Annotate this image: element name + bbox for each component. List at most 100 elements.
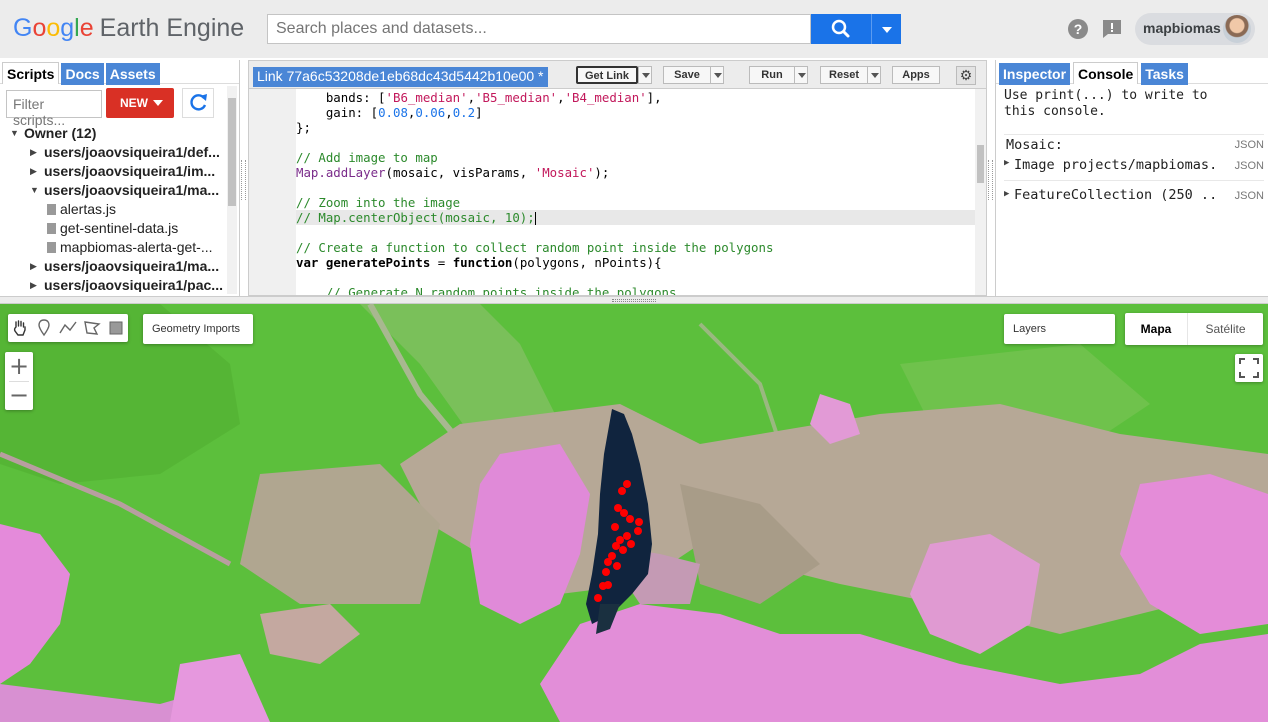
code-line[interactable]: 20// Map.centerObject(mosaic, 10); (296, 210, 976, 225)
editor-scrollbar[interactable] (975, 89, 986, 295)
get-link-button[interactable]: Get Link (576, 66, 638, 84)
console-panel: Inspector Console Tasks Use print(...) to … (995, 60, 1268, 296)
panel-resize-grip[interactable] (241, 160, 246, 200)
script-tree-item[interactable]: ▶ users/joaovsiqueira1/im... (0, 162, 226, 181)
run-dropdown[interactable] (794, 66, 808, 84)
scrollbar-thumb[interactable] (228, 98, 236, 206)
code-text: // Generate N random points inside the p… (325, 285, 677, 295)
logo-letter: g (60, 14, 75, 42)
script-tree-item[interactable]: get-sentinel-data.js (0, 219, 226, 238)
code-line[interactable]: 15 (296, 135, 976, 150)
map-resize-divider[interactable] (0, 296, 1268, 304)
pan-hand-icon[interactable] (10, 318, 30, 338)
svg-text:?: ? (1074, 21, 1083, 37)
triangle-down-icon[interactable]: ▼ (30, 181, 39, 200)
expand-triangle-icon[interactable]: ▶ (1004, 158, 1009, 168)
account-chip[interactable]: mapbiomas (1135, 13, 1255, 45)
script-tree-item[interactable]: mapbiomas-alerta-get-... (0, 238, 226, 257)
panel-resize-grip[interactable] (988, 160, 993, 200)
divider-grip[interactable] (612, 299, 656, 302)
code-line[interactable]: 19// Zoom into the image (296, 195, 976, 210)
search-button[interactable] (811, 14, 871, 44)
zoom-out-button[interactable]: − (5, 381, 33, 410)
logo-product-name: Earth Engine (99, 14, 245, 42)
code-line[interactable]: 21 (296, 225, 976, 240)
code-line[interactable]: 12 bands: ['B6_median','B5_median','B4_m… (296, 90, 976, 105)
map-type-satellite-button[interactable]: Satélite (1188, 313, 1263, 345)
scrollbar-thumb[interactable] (977, 145, 984, 183)
run-button[interactable]: Run (749, 66, 795, 84)
code-text: // Create a function to collect random p… (296, 240, 774, 255)
point-marker-icon[interactable] (34, 318, 54, 338)
json-badge[interactable]: JSON (1235, 160, 1264, 172)
line-draw-icon[interactable] (58, 318, 78, 338)
code-area[interactable]: 12 bands: ['B6_median','B5_median','B4_m… (296, 89, 976, 295)
tab-inspector[interactable]: Inspector (999, 63, 1071, 85)
triangle-right-icon[interactable]: ▶ (30, 257, 37, 276)
tab-docs[interactable]: Docs (61, 63, 104, 85)
layers-button[interactable]: Layers (1004, 314, 1115, 344)
json-badge[interactable]: JSON (1235, 190, 1264, 202)
gear-icon[interactable]: ⚙ (956, 66, 976, 85)
json-badge[interactable]: JSON (1235, 139, 1264, 151)
triangle-right-icon[interactable]: ▶ (30, 162, 37, 181)
filter-scripts-input[interactable]: Filter scripts... (6, 90, 102, 128)
script-tree-label: mapbiomas-alerta-get-... (60, 239, 213, 255)
reset-button[interactable]: Reset (820, 66, 868, 84)
logo-letter: e (79, 14, 94, 42)
avatar (1223, 15, 1251, 43)
script-tree-item[interactable]: alertas.js (0, 200, 226, 219)
logo-letter: o (46, 14, 61, 42)
expand-triangle-icon[interactable]: ▶ (1004, 189, 1009, 199)
script-tree-item[interactable]: ▶ users/joaovsiqueira1/ma... (0, 257, 226, 276)
tab-assets[interactable]: Assets (105, 63, 160, 85)
code-line[interactable]: 17Map.addLayer(mosaic, visParams, 'Mosai… (296, 165, 976, 180)
script-tree-label: users/joaovsiqueira1/def... (44, 144, 220, 160)
triangle-down-icon[interactable]: ▼ (10, 124, 19, 143)
zoom-in-button[interactable]: + (5, 352, 33, 381)
earth-engine-logo[interactable]: Google Earth Engine (13, 14, 244, 43)
script-tree-item[interactable]: ▶ users/joaovsiqueira1/pac... (0, 276, 226, 292)
code-line[interactable]: 13 gain: [0.08,0.06,0.2] (296, 105, 976, 120)
reset-dropdown[interactable] (867, 66, 881, 84)
search-options-dropdown[interactable] (871, 14, 901, 44)
new-button[interactable]: NEW (106, 88, 174, 118)
tab-scripts[interactable]: Scripts (2, 62, 60, 84)
console-entry[interactable]: Mosaic: JSON ▶ Image projects/mapbiomas.… (1004, 134, 1264, 178)
code-line[interactable]: 14}; (296, 120, 976, 135)
code-line[interactable]: 22// Create a function to collect random… (296, 240, 976, 255)
script-tree-item[interactable]: ▼ Owner (12) (0, 124, 226, 143)
code-line[interactable]: 23▼var generatePoints = function(polygon… (296, 255, 976, 270)
get-link-dropdown[interactable] (638, 66, 652, 84)
triangle-right-icon[interactable]: ▶ (30, 276, 37, 292)
save-dropdown[interactable] (710, 66, 724, 84)
file-icon (47, 242, 56, 253)
left-tabs: Scripts Docs Assets (0, 60, 239, 85)
code-line[interactable]: 16// Add image to map (296, 150, 976, 165)
script-tree-item[interactable]: ▶ users/joaovsiqueira1/def... (0, 143, 226, 162)
console-entry[interactable]: ▶ FeatureCollection (250 ... JSON (1004, 180, 1264, 210)
tree-scrollbar[interactable] (227, 86, 237, 294)
code-text: var generatePoints = function(polygons, … (296, 255, 662, 270)
code-line[interactable]: 24 (296, 270, 976, 285)
code-line[interactable]: 18 (296, 180, 976, 195)
caret-down-icon (153, 100, 163, 106)
script-tree-item[interactable]: ▼ users/joaovsiqueira1/ma... (0, 181, 226, 200)
code-line[interactable]: 25 // Generate N random points inside th… (296, 285, 976, 295)
code-text: bands: ['B6_median','B5_median','B4_medi… (296, 90, 662, 105)
save-button[interactable]: Save (663, 66, 711, 84)
apps-button[interactable]: Apps (892, 66, 940, 84)
tab-console[interactable]: Console (1073, 62, 1139, 84)
search-input[interactable]: Search places and datasets... (267, 14, 811, 44)
refresh-button[interactable] (182, 88, 214, 118)
triangle-right-icon[interactable]: ▶ (30, 143, 37, 162)
map-type-map-button[interactable]: Mapa (1125, 313, 1187, 345)
map-canvas[interactable]: Geometry Imports + − Layers Mapa Satélit… (0, 304, 1268, 722)
geometry-imports-button[interactable]: Geometry Imports (143, 314, 253, 344)
help-icon[interactable]: ? (1067, 18, 1089, 40)
tab-tasks[interactable]: Tasks (1141, 63, 1188, 85)
rectangle-draw-icon[interactable] (106, 318, 126, 338)
feedback-icon[interactable] (1101, 18, 1123, 40)
polygon-draw-icon[interactable] (82, 318, 102, 338)
fullscreen-button[interactable] (1235, 354, 1263, 382)
